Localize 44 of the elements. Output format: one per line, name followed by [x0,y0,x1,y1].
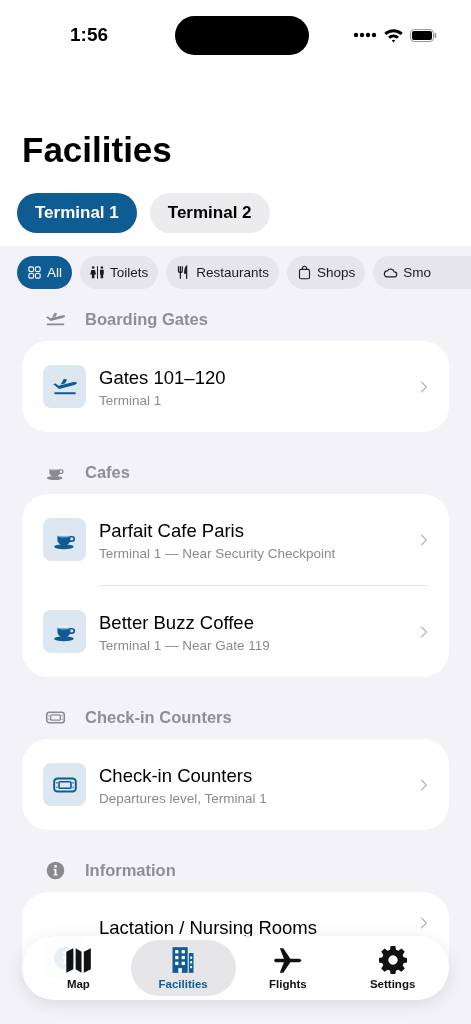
chevron-icon [420,624,428,639]
facility-location: Terminal 1 — Near Security Checkpoint [99,545,337,561]
tab-item[interactable]: Flights [235,940,341,996]
section-title: Cafes [85,462,130,482]
terminal-tab[interactable]: Terminal 1 [17,193,137,233]
gear-icon [378,946,407,974]
chevron-icon [420,777,428,792]
facility-name: Parfait Cafe Paris [99,518,245,543]
signal-icon [353,30,377,40]
section-title: Check-in Counters [85,707,232,727]
info-icon [45,859,66,881]
facility-name: Gates 101–120 [99,365,227,390]
filter-chip[interactable]: Restaurants [166,256,280,289]
toilet-people-icon [90,265,105,280]
tab-item[interactable]: Facilities [130,940,236,996]
chevron-icon [420,532,428,547]
chevron-icon [420,379,428,394]
chevron-icon [420,916,428,930]
section-title: Information [85,860,176,880]
filter-chip[interactable]: All [17,256,72,289]
terminal-tab[interactable]: Terminal 2 [149,193,270,233]
facility-location: Departures level, Terminal 1 [99,790,268,806]
tab-item[interactable]: Settings [340,940,445,996]
facility-name: Better Buzz Coffee [99,610,255,635]
filter-chip[interactable]: Toilets [80,256,159,289]
plane-departure-icon [45,312,66,326]
tab-item[interactable]: Map [26,940,131,996]
facility-name: Lactation / Nursing Rooms [99,916,318,940]
section-title: Boarding Gates [85,309,208,329]
facility-name: Check-in Counters [99,763,254,788]
battery-icon [410,28,437,42]
cloud-icon [383,265,399,280]
facility-location: Terminal 1 [99,392,163,408]
airplane-icon [273,946,302,974]
grid-icon [27,265,42,280]
filter-chip[interactable]: Shops [287,256,366,289]
map-icon [64,946,93,974]
status-time: 1:56 [70,24,109,46]
page-title: Facilities [22,130,173,170]
wifi-icon [383,27,404,43]
plane-departure-icon [51,378,78,395]
facility-location: Terminal 1 — Near Gate 119 [99,637,271,653]
filter-chip[interactable]: Smo [373,256,471,289]
bag-icon [297,265,313,280]
